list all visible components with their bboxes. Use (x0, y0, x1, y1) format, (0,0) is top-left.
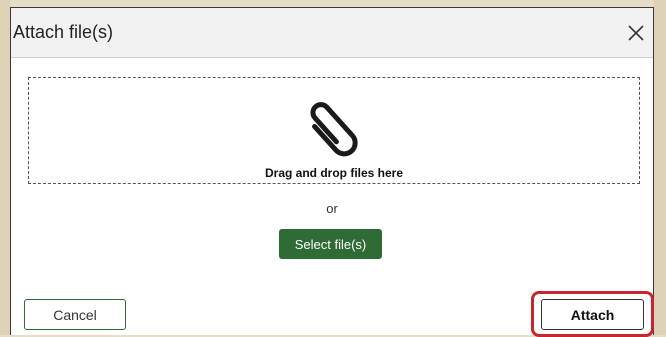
dialog-title: Attach file(s) (13, 22, 114, 42)
attach-file-dialog: Attach file(s) Drag and drop files here … (10, 7, 654, 337)
close-icon (628, 25, 644, 41)
close-button[interactable] (623, 20, 649, 46)
or-separator: or (326, 201, 338, 216)
attach-button[interactable]: Attach (541, 299, 644, 330)
cancel-button[interactable]: Cancel (24, 299, 126, 330)
paperclip-icon (310, 102, 358, 157)
dialog-header: Attach file(s) (11, 8, 653, 58)
select-files-button[interactable]: Select file(s) (279, 229, 382, 259)
backdrop-left (0, 0, 10, 335)
drop-zone-label: Drag and drop files here (264, 166, 404, 180)
drop-zone[interactable]: Drag and drop files here (28, 77, 640, 184)
backdrop-right (654, 0, 666, 335)
